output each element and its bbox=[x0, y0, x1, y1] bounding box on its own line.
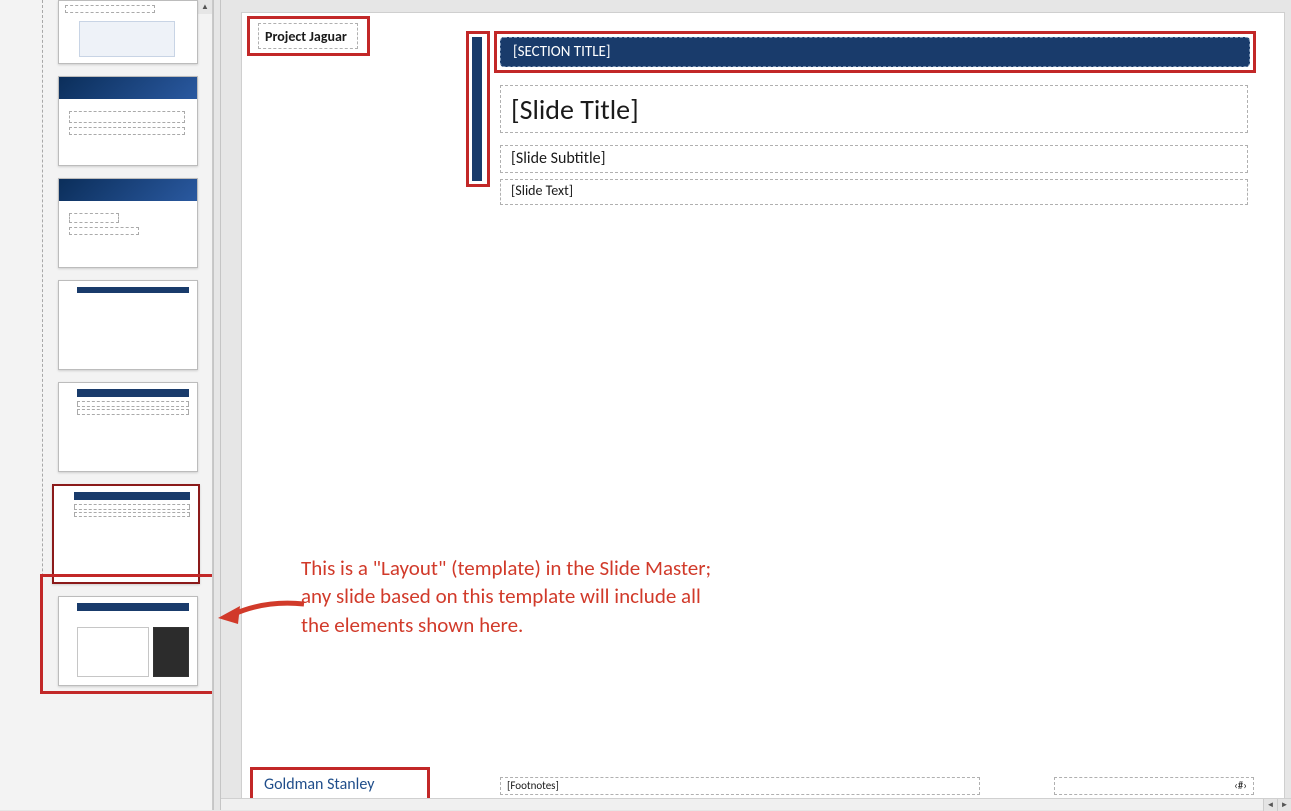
vertical-accent-bar bbox=[472, 37, 482, 181]
highlight-box-section-title: [SECTION TITLE] bbox=[494, 31, 1256, 73]
annotation-text: This is a "Layout" (template) in the Sli… bbox=[301, 554, 721, 639]
slide-master-thumbnail-panel[interactable]: ▲ bbox=[0, 0, 213, 810]
slide-title-placeholder[interactable]: [Slide Title] bbox=[500, 85, 1248, 133]
layout-thumbnail-3[interactable] bbox=[58, 178, 198, 268]
slide-editor-area: Project Jaguar [SECTION TITLE] [Slide Ti… bbox=[221, 0, 1291, 810]
layout-thumbnail-1[interactable] bbox=[58, 0, 198, 64]
page-number-placeholder[interactable]: ‹#› bbox=[1054, 777, 1254, 795]
slide-text-placeholder[interactable]: [Slide Text] bbox=[500, 179, 1248, 205]
scroll-right-button[interactable]: ► bbox=[1277, 799, 1291, 811]
slide-subtitle-placeholder[interactable]: [Slide Subtitle] bbox=[500, 145, 1248, 173]
company-name-placeholder[interactable]: Goldman Stanley bbox=[256, 771, 418, 797]
scroll-left-button[interactable]: ◄ bbox=[1263, 799, 1277, 811]
slide-canvas[interactable]: Project Jaguar [SECTION TITLE] [Slide Ti… bbox=[241, 12, 1285, 804]
scroll-up-button[interactable]: ▲ bbox=[198, 0, 212, 14]
horizontal-scrollbar[interactable]: ◄ ► bbox=[221, 798, 1291, 810]
panel-splitter[interactable] bbox=[213, 0, 221, 810]
section-title-placeholder[interactable]: [SECTION TITLE] bbox=[500, 37, 1250, 67]
footnotes-placeholder[interactable]: [Footnotes] bbox=[500, 777, 980, 795]
layout-thumbnail-7[interactable] bbox=[58, 596, 198, 686]
layout-thumbnail-6-selected[interactable] bbox=[52, 484, 200, 584]
layout-thumbnail-5[interactable] bbox=[58, 382, 198, 472]
project-name-placeholder[interactable]: Project Jaguar bbox=[258, 23, 358, 49]
layout-thumbnail-4[interactable] bbox=[58, 280, 198, 370]
layout-thumbnail-2[interactable] bbox=[58, 76, 198, 166]
